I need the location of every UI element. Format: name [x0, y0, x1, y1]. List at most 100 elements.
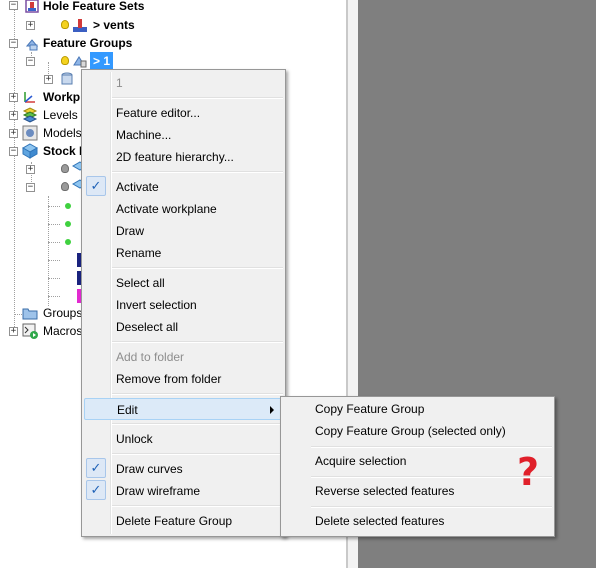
menu-item-draw[interactable]: Draw	[84, 220, 283, 242]
expand-icon[interactable]: +	[26, 165, 35, 174]
expand-icon[interactable]: +	[9, 93, 18, 102]
tree-node-stock-child[interactable]: +	[0, 160, 88, 178]
tree-label: > vents	[93, 18, 135, 32]
tree-node-group-child[interactable]: +	[0, 70, 80, 88]
lightbulb-off-icon[interactable]	[61, 182, 69, 191]
collapse-icon[interactable]: −	[9, 1, 18, 10]
tree-connector	[48, 206, 60, 207]
lightbulb-off-icon[interactable]	[61, 164, 69, 173]
menu-item-unlock[interactable]: Unlock	[84, 428, 283, 450]
menu-item-label: Draw curves	[116, 462, 183, 476]
collapse-icon[interactable]: −	[26, 57, 35, 66]
tree-connector	[48, 242, 60, 243]
folder-icon	[22, 308, 38, 320]
menu-item-label: Edit	[117, 403, 138, 417]
tree-label: Hole Feature Sets	[43, 0, 145, 13]
collapse-icon[interactable]: −	[9, 39, 18, 48]
levels-icon	[22, 107, 38, 123]
submenu-item-delete-selected-features[interactable]: Delete selected features	[283, 510, 552, 532]
tree-node-groups[interactable]: Groups	[0, 304, 83, 322]
cylinder-icon	[61, 72, 73, 85]
expand-icon[interactable]: +	[9, 129, 18, 138]
tree-label: Stock I	[43, 144, 83, 158]
menu-item-label: Remove from folder	[116, 372, 222, 386]
menu-separator	[112, 341, 283, 343]
submenu-arrow-icon	[270, 406, 274, 414]
tree-node-stock-child[interactable]: −	[0, 178, 88, 196]
menu-item-machine[interactable]: Machine...	[84, 124, 283, 146]
tree-connector	[48, 278, 60, 279]
menu-item-label: Activate workplane	[116, 202, 217, 216]
tree-connector	[48, 260, 60, 261]
macro-icon	[22, 323, 38, 339]
submenu-item-label: Acquire selection	[315, 454, 407, 468]
feature-group-icon	[73, 56, 87, 68]
menu-header-label: 1	[116, 76, 123, 90]
menu-separator	[112, 267, 283, 269]
submenu-item-copy-feature-group[interactable]: Copy Feature Group	[283, 398, 552, 420]
menu-item-rename[interactable]: Rename	[84, 242, 283, 264]
menu-header: 1	[84, 72, 283, 94]
tree-label: Feature Groups	[43, 36, 133, 50]
submenu-item-label: Reverse selected features	[315, 484, 455, 498]
tree-node-hole-feature-sets[interactable]: − Hole Feature Sets	[0, 0, 200, 15]
checkmark-icon: ✓	[86, 176, 106, 196]
submenu-item-reverse-selected-features[interactable]: Reverse selected features	[283, 480, 552, 502]
menu-item-remove-from-folder[interactable]: Remove from folder	[84, 368, 283, 390]
status-dot-icon	[65, 239, 71, 245]
menu-item-edit[interactable]: Edit	[84, 398, 283, 420]
menu-item-feature-editor[interactable]: Feature editor...	[84, 102, 283, 124]
menu-item-select-all[interactable]: Select all	[84, 272, 283, 294]
menu-item-activate-workplane[interactable]: Activate workplane	[84, 198, 283, 220]
menu-item-label: Activate	[116, 180, 159, 194]
menu-item-label: Draw wireframe	[116, 484, 201, 498]
lightbulb-on-icon[interactable]	[61, 56, 69, 65]
menu-item-delete-feature-group[interactable]: Delete Feature Group	[84, 510, 283, 532]
expand-icon[interactable]: +	[44, 75, 53, 84]
menu-item-label: Draw	[116, 224, 145, 238]
checkmark-icon: ✓	[86, 480, 106, 500]
tree-connector	[48, 296, 60, 297]
expand-icon[interactable]: +	[26, 21, 35, 30]
menu-item-draw-wireframe[interactable]: ✓ Draw wireframe	[84, 480, 283, 502]
menu-item-invert-selection[interactable]: Invert selection	[84, 294, 283, 316]
tree-node-stock[interactable]: − Stock I	[0, 142, 83, 160]
menu-item-label: Unlock	[116, 432, 153, 446]
tree-connector	[48, 224, 60, 225]
expand-icon[interactable]: +	[9, 327, 18, 336]
menu-item-2d-feature-hierarchy[interactable]: 2D feature hierarchy...	[84, 146, 283, 168]
submenu-item-acquire-selection[interactable]: Acquire selection	[283, 450, 552, 472]
tree-label: Groups	[43, 306, 83, 320]
collapse-icon[interactable]: −	[26, 183, 35, 192]
menu-item-label: Select all	[116, 276, 165, 290]
submenu-item-label: Copy Feature Group	[315, 402, 425, 416]
feature-groups-icon	[25, 39, 39, 51]
menu-separator	[311, 476, 552, 478]
status-dot-icon	[65, 221, 71, 227]
menu-item-activate[interactable]: ✓ Activate	[84, 176, 283, 198]
menu-item-label: Feature editor...	[116, 106, 201, 120]
collapse-icon[interactable]: −	[9, 147, 18, 156]
menu-item-deselect-all[interactable]: Deselect all	[84, 316, 283, 338]
tree-node-models[interactable]: + Models	[0, 124, 82, 142]
menu-item-label: Invert selection	[116, 298, 197, 312]
menu-separator	[112, 453, 283, 455]
menu-separator	[311, 506, 552, 508]
models-icon	[22, 125, 38, 141]
tree-node-group-1[interactable]: − > 1	[0, 52, 200, 70]
tree-node-macros[interactable]: + Macros	[0, 322, 82, 340]
menu-item-label: Add to folder	[116, 350, 185, 364]
hole-feature-icon	[73, 19, 87, 32]
menu-item-draw-curves[interactable]: ✓ Draw curves	[84, 458, 283, 480]
tree-node-levels[interactable]: + Levels a	[0, 106, 88, 124]
expand-icon[interactable]: +	[9, 111, 18, 120]
tree-node-workplanes[interactable]: + Workp	[0, 88, 80, 106]
tree-label-selected: > 1	[90, 52, 114, 70]
tree-node-feature-groups[interactable]: − Feature Groups	[0, 34, 200, 52]
lightbulb-on-icon[interactable]	[61, 20, 69, 29]
tree-node-vents[interactable]: + > vents	[0, 16, 200, 34]
tree-label: Models	[43, 126, 82, 140]
menu-separator	[112, 393, 283, 395]
status-dot-icon	[65, 203, 71, 209]
submenu-item-copy-feature-group-selected-only[interactable]: Copy Feature Group (selected only)	[283, 420, 552, 442]
